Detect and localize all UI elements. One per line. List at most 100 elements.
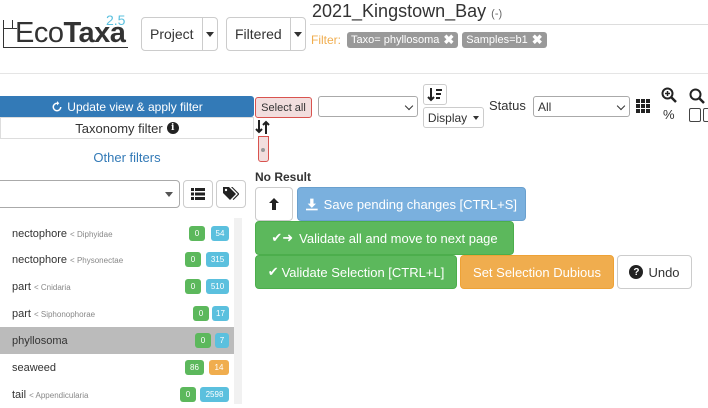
predicted-count-badge: 54 (211, 226, 229, 241)
checkbox-icon[interactable] (703, 108, 708, 122)
caret-down-icon (473, 115, 480, 120)
select-all-button[interactable]: Select all (255, 97, 312, 118)
check-arrow-icon: ✔➜ (271, 230, 294, 245)
logo-line (3, 20, 4, 48)
list-icon (191, 188, 205, 200)
remove-filter-icon[interactable]: ✖ (443, 33, 454, 46)
predicted-count-badge: 7 (215, 333, 229, 348)
taxon-label: nectophore < Diphyidae (12, 227, 113, 240)
sort-order-button[interactable] (423, 84, 447, 105)
version-label: 2.5 (106, 12, 126, 28)
list-view-button[interactable] (183, 180, 213, 208)
filtered-dropdown-label: Filtered (227, 18, 291, 50)
taxon-row[interactable]: part < Cnidaria 0 510 (0, 273, 234, 300)
taxon-row[interactable]: part < Siphonophorae 0 17 (0, 300, 234, 327)
info-icon[interactable]: i (166, 122, 179, 134)
save-pending-label: Save pending changes [CTRL+S] (323, 196, 517, 212)
taxon-label: seaweed (12, 361, 57, 374)
arrow-up-icon (269, 198, 279, 210)
undo-label: Undo (648, 264, 680, 280)
taxonomy-select[interactable] (0, 180, 180, 208)
validated-count-badge: 0 (195, 333, 211, 348)
display-dropdown[interactable]: Display (423, 107, 484, 128)
search-icon[interactable] (689, 88, 705, 104)
filter-tag-samples: Samples=b1 ✖ (462, 32, 547, 48)
project-name[interactable]: 2021_Kingstown_Bay (312, 1, 486, 21)
taxon-label: phyllosoma (12, 334, 68, 347)
status-value: All (538, 99, 552, 114)
predicted-count-badge: 2598 (200, 387, 229, 402)
taxon-row[interactable]: seaweed 86 14 (0, 354, 234, 381)
validate-all-next-label: Validate all and move to next page (299, 230, 498, 246)
chevron-down-icon (616, 101, 626, 111)
caret-down-icon (291, 31, 305, 37)
project-suffix: (-) (491, 8, 503, 20)
undo-button[interactable]: ? Undo (617, 255, 692, 289)
taxonomy-scrollbar[interactable] (234, 218, 242, 404)
validated-count-badge: 0 (185, 279, 201, 294)
project-title: 2021_Kingstown_Bay (-) (312, 1, 502, 22)
active-filters: Filter: Taxo= phyllosoma ✖ Samples=b1 ✖ (311, 32, 551, 48)
ecotaxa-logo[interactable]: EcoTaxa 2.5 (0, 12, 135, 54)
question-icon: ? (629, 265, 644, 279)
validated-count-badge: 0 (193, 306, 209, 321)
save-pending-button[interactable]: Save pending changes [CTRL+S] (297, 187, 526, 221)
taxonomy-filter-header: Taxonomy filter i (0, 117, 254, 139)
chevron-down-icon (404, 101, 414, 111)
filter-tag-label: Taxo= phyllosoma (351, 34, 440, 46)
filtered-dropdown[interactable]: Filtered (226, 17, 306, 51)
logo-line (12, 20, 13, 29)
taxon-label: nectophore < Physonectae (12, 253, 124, 266)
taxon-row[interactable]: nectophore < Physonectae 0 315 (0, 246, 234, 273)
check-icon: ✔ (267, 264, 279, 279)
taxonomy-list: nectophore < Diphyidae 0 54 nectophore < P… (0, 218, 234, 404)
remove-filter-icon[interactable]: ✖ (532, 33, 543, 46)
sort-toggle-icon[interactable] (255, 118, 271, 136)
taxon-row-selected[interactable]: phyllosoma 0 7 (0, 327, 234, 354)
filter-tag-label: Samples=b1 (466, 34, 528, 46)
taxonomy-filter-label: Taxonomy filter (75, 120, 163, 136)
sort-icon (427, 87, 442, 101)
validated-count-badge: 0 (185, 252, 201, 267)
validated-count-badge: 0 (180, 387, 196, 402)
validate-selection-label: Validate Selection [CTRL+L] (281, 264, 445, 280)
status-label: Status (489, 98, 526, 113)
predicted-count-badge: 14 (209, 360, 229, 375)
scroll-top-button[interactable] (255, 187, 293, 221)
title-divider (310, 24, 708, 25)
predicted-count-badge: 510 (206, 279, 229, 294)
validate-all-next-button[interactable]: ✔➜ Validate all and move to next page (255, 221, 514, 255)
display-label: Display (427, 110, 468, 125)
project-dropdown[interactable]: Project (141, 17, 218, 51)
tags-button[interactable] (216, 180, 246, 208)
download-icon (306, 198, 318, 210)
validated-count-badge: 0 (189, 226, 205, 241)
taxon-label: tail < Appendicularia (12, 388, 89, 401)
predicted-count-badge: 17 (212, 306, 229, 321)
predicted-count-badge: 315 (206, 252, 229, 267)
set-dubious-button[interactable]: Set Selection Dubious (460, 255, 614, 289)
zoom-unit: % (663, 107, 675, 122)
sort-field-select[interactable] (318, 96, 418, 117)
no-result-label: No Result (255, 170, 312, 184)
validated-count-badge: 86 (185, 360, 204, 375)
taxon-row[interactable]: nectophore < Diphyidae 0 54 (0, 220, 234, 247)
caret-down-icon (203, 31, 217, 37)
status-select[interactable]: All (533, 96, 630, 117)
taxon-label: part < Cnidaria (12, 280, 71, 293)
filter-tag-taxo: Taxo= phyllosoma ✖ (347, 32, 459, 48)
zoom-in-icon[interactable] (661, 87, 677, 103)
update-view-button[interactable]: Update view & apply filter (0, 96, 254, 117)
taxon-label: part < Siphonophorae (12, 307, 96, 320)
header-divider (0, 73, 708, 74)
validate-selection-button[interactable]: ✔ Validate Selection [CTRL+L] (255, 255, 457, 289)
other-filters-link[interactable]: Other filters (0, 150, 254, 165)
checkbox-icon[interactable] (689, 108, 701, 122)
filter-label: Filter: (311, 33, 341, 47)
tags-icon (223, 187, 239, 200)
grid-view-icon[interactable] (636, 99, 650, 113)
update-view-label: Update view & apply filter (67, 99, 203, 114)
refresh-icon (52, 100, 62, 111)
sort-order-handle[interactable] (258, 136, 269, 162)
project-dropdown-label: Project (142, 18, 203, 50)
